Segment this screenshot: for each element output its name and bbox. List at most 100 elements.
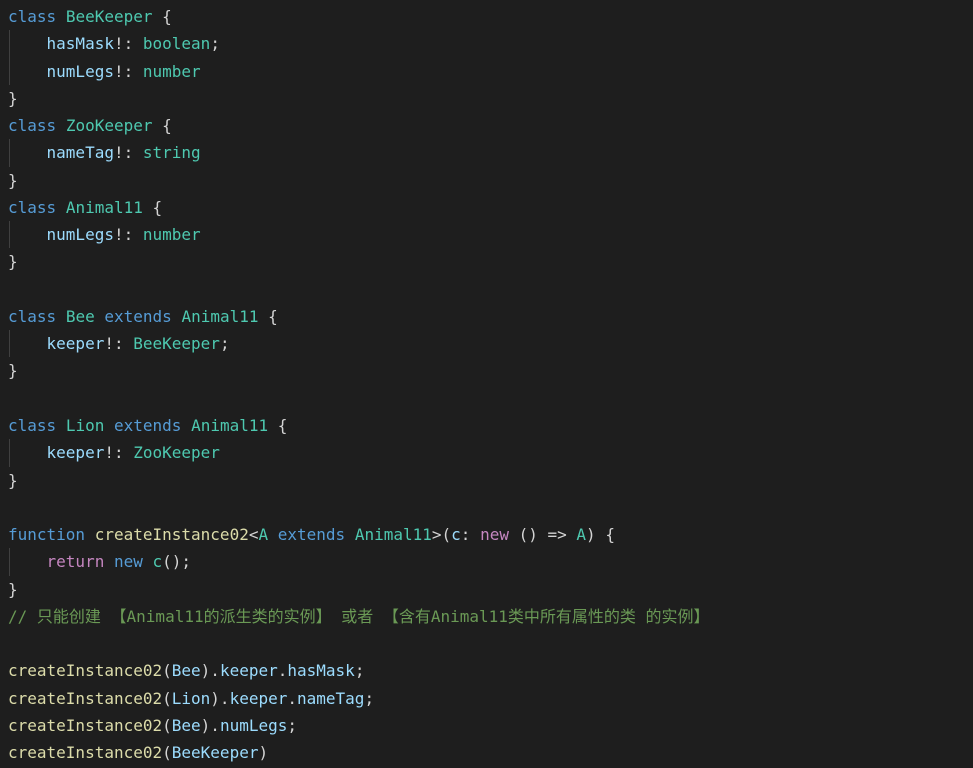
code-token-prop: BeeKeeper xyxy=(171,743,259,763)
code-lines-container[interactable]: class BeeKeeper { hasMask!: boolean; num… xyxy=(0,3,973,766)
code-token-prop: Bee xyxy=(171,661,201,681)
code-line[interactable] xyxy=(0,630,973,657)
code-token-plain: ; xyxy=(219,334,230,354)
code-token-plain: => xyxy=(547,525,567,545)
code-token-prop: Bee xyxy=(171,715,201,735)
code-token-plain: { xyxy=(142,197,163,217)
code-token-type: Animal11 xyxy=(354,525,432,545)
code-line[interactable]: keeper!: BeeKeeper; xyxy=(0,330,973,358)
code-token-type: boolean xyxy=(142,34,211,54)
code-token-plain: . xyxy=(287,688,297,708)
code-line[interactable]: } xyxy=(0,85,973,112)
code-token-plain: ! xyxy=(104,334,114,354)
code-token-keyword: class xyxy=(8,7,57,26)
code-line[interactable]: numLegs!: number xyxy=(0,221,973,249)
code-token-prop: hasMask xyxy=(46,34,114,54)
code-token-plain: ). xyxy=(200,715,220,735)
code-token-keyword: function xyxy=(8,525,86,545)
code-token-plain: ( xyxy=(162,743,172,763)
code-token-type: number xyxy=(142,61,201,81)
code-line[interactable]: class ZooKeeper { xyxy=(0,112,973,139)
code-token-type: BeeKeeper xyxy=(65,7,153,26)
code-line[interactable] xyxy=(0,385,973,412)
code-token-prop: keeper xyxy=(219,661,278,681)
code-token-type: A xyxy=(576,525,587,545)
code-token-prop: Lion xyxy=(171,688,211,708)
code-line[interactable]: createInstance02(Bee).numLegs; xyxy=(0,712,973,739)
code-line[interactable]: } xyxy=(0,248,973,275)
code-token-type: Animal11 xyxy=(65,197,143,217)
code-token-plain: ! xyxy=(113,143,124,163)
code-line[interactable]: keeper!: ZooKeeper xyxy=(0,439,973,467)
code-token-control: return xyxy=(46,552,105,572)
code-token-func: createInstance02 xyxy=(8,688,163,708)
code-line[interactable]: } xyxy=(0,467,973,494)
code-line[interactable]: } xyxy=(0,357,973,384)
code-token-plain: : xyxy=(123,61,143,81)
code-token-type: string xyxy=(142,143,201,163)
code-token-func: createInstance02 xyxy=(94,525,249,545)
code-token-type: A xyxy=(258,525,269,545)
code-token-plain: } xyxy=(8,252,18,272)
code-token-plain: ( xyxy=(162,688,172,708)
code-token-keyword: class xyxy=(8,197,57,217)
code-line[interactable]: function createInstance02<A extends Anim… xyxy=(0,521,973,548)
code-token-func: createInstance02 xyxy=(8,715,163,735)
code-token-plain: ). xyxy=(210,688,230,708)
code-line[interactable]: hasMask!: boolean; xyxy=(0,30,973,58)
code-token-type: ZooKeeper xyxy=(133,443,220,463)
code-line[interactable]: numLegs!: number xyxy=(0,57,973,86)
code-token-prop: numLegs xyxy=(46,225,114,245)
code-token-keyword: extends xyxy=(277,525,346,545)
code-token-keyword: extends xyxy=(113,415,182,435)
code-token-keyword: extends xyxy=(104,306,172,326)
code-token-plain: (); xyxy=(162,552,192,572)
code-line[interactable]: class Animal11 { xyxy=(0,194,973,221)
code-token-keyword: class xyxy=(8,415,57,435)
code-token-keyword: new xyxy=(113,552,143,572)
code-token-keyword: class xyxy=(8,306,57,326)
code-token-plain: } xyxy=(8,361,18,381)
code-line[interactable]: createInstance02(BeeKeeper) xyxy=(0,739,973,766)
code-editor[interactable]: class BeeKeeper { hasMask!: boolean; num… xyxy=(0,0,973,768)
code-token-plain: { xyxy=(152,116,172,136)
code-line[interactable]: } xyxy=(0,576,973,603)
code-token-plain: ; xyxy=(364,688,375,708)
code-token-type: c xyxy=(152,552,163,572)
code-token-plain: ! xyxy=(104,443,114,463)
code-token-type: Bee xyxy=(65,306,95,326)
code-token-plain: ; xyxy=(287,715,298,735)
code-line[interactable]: } xyxy=(0,167,973,194)
code-line[interactable]: return new c(); xyxy=(0,548,973,576)
code-line[interactable]: createInstance02(Lion).keeper.nameTag; xyxy=(0,685,973,712)
code-token-prop: nameTag xyxy=(46,143,114,163)
code-token-prop: keeper xyxy=(229,688,288,708)
code-line[interactable]: class Lion extends Animal11 { xyxy=(0,412,973,439)
code-token-prop: c xyxy=(451,525,461,545)
code-line[interactable]: nameTag!: string xyxy=(0,139,973,167)
code-line[interactable]: class Bee extends Animal11 { xyxy=(0,303,973,330)
code-token-keyword: class xyxy=(8,116,57,136)
code-line[interactable] xyxy=(0,276,973,303)
code-token-plain: ! xyxy=(113,225,124,245)
code-line[interactable] xyxy=(0,494,973,521)
code-token-type: BeeKeeper xyxy=(133,334,220,354)
code-token-type: ZooKeeper xyxy=(65,116,153,136)
code-token-plain: { xyxy=(152,7,172,26)
code-token-plain: ! xyxy=(113,34,124,54)
code-line[interactable]: class BeeKeeper { xyxy=(0,3,973,30)
code-line[interactable]: // 只能创建 【Animal11的派生类的实例】 或者 【含有Animal11… xyxy=(0,603,973,630)
code-line[interactable]: createInstance02(Bee).keeper.hasMask; xyxy=(0,657,973,684)
